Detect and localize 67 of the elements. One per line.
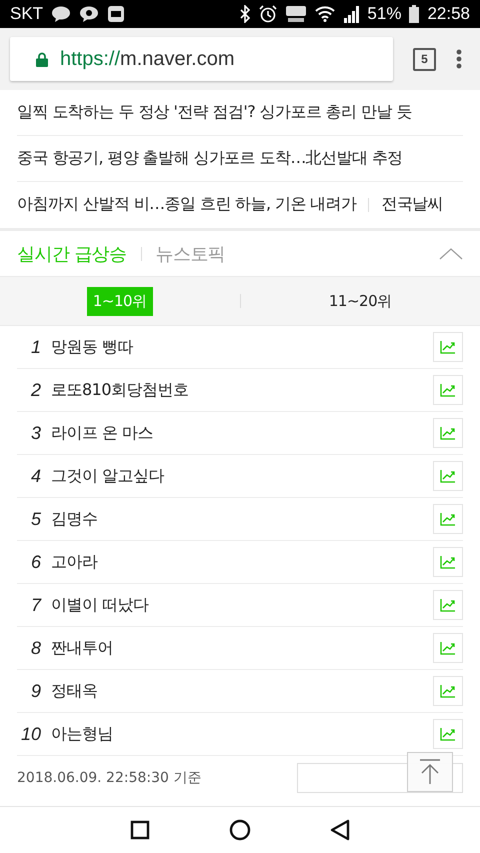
recent-apps-button[interactable] [130,820,150,840]
keyword-link[interactable]: 고아라 [51,552,98,572]
bluetooth-icon [239,5,252,23]
lock-icon [36,52,48,66]
keyword-link[interactable]: 망원동 뻥따 [51,336,134,358]
signal-icon [343,5,360,23]
battery-percent: 51% [367,4,402,24]
trend-chart-icon [440,383,456,397]
trend-chart-icon [440,598,456,612]
rank-number: 7 [30,594,41,616]
rank-number: 9 [30,680,41,702]
keyword-link[interactable]: 김명수 [51,508,98,530]
trend-chart-icon [440,469,456,483]
keyword-link[interactable]: 라이프 온 마스 [51,422,154,444]
url-text: https://m.naver.com [60,48,235,70]
keyword-link[interactable]: 정태옥 [51,680,98,702]
timestamp-text: 2018.06.09. 22:58:30 기준 [17,769,202,787]
trend-button[interactable] [433,547,463,577]
rank-number: 5 [30,508,41,530]
alarm-clock-icon [259,5,278,23]
trend-chart-icon [440,641,456,655]
keyword-link[interactable]: 이별이 떠났다 [51,594,149,616]
trend-button[interactable] [433,633,463,663]
rank-number: 8 [30,638,41,658]
keyword-link[interactable]: 짠내투어 [51,638,113,658]
rank-number: 1 [30,336,41,358]
trend-chart-icon [440,555,456,569]
app-square-icon [107,5,126,23]
battery-icon [409,5,420,23]
news-headline-link[interactable]: 중국 항공기, 평양 출발해 싱가포르 도착…北선발대 추정 [17,148,403,169]
trend-chart-icon [440,727,456,741]
rank-number: 2 [30,380,41,400]
rank-number: 4 [30,466,41,486]
trend-chart-icon [440,512,456,526]
chat-bubble-icon [51,6,72,22]
wifi-icon [315,6,336,22]
arrow-up-icon [419,759,441,785]
tab-count-button[interactable]: 5 [413,48,436,70]
rank-number: 6 [30,552,41,572]
trend-button[interactable] [433,590,463,620]
trend-chart-icon [440,340,456,354]
trend-button[interactable] [433,676,463,706]
rank-number: 3 [30,422,41,444]
weather-link[interactable]: 전국날씨 [381,194,444,215]
home-button[interactable] [228,819,251,841]
back-button[interactable] [330,819,350,841]
trend-chart-icon [440,426,456,440]
menu-icon[interactable] [456,49,462,69]
scroll-to-top-button[interactable] [407,752,453,792]
address-bar[interactable]: https://m.naver.com [10,37,393,81]
trend-button[interactable] [433,504,463,534]
keyword-link[interactable]: 그것이 알고싶다 [51,466,164,486]
trend-button[interactable] [433,375,463,405]
collapse-chevron-icon[interactable] [439,248,463,260]
range-tab[interactable]: 11~20위 [322,286,398,316]
news-headline-link[interactable]: 아침까지 산발적 비…종일 흐린 하늘, 기온 내려가 [17,194,356,215]
trend-button[interactable] [433,418,463,448]
rank-number: 10 [20,724,41,744]
clock-time: 22:58 [427,4,470,24]
trend-button[interactable] [433,332,463,362]
trend-chart-icon [440,684,456,698]
keyword-link[interactable]: 아는형님 [51,724,113,744]
carrier-name: SKT [10,4,44,24]
trend-button[interactable] [433,719,463,749]
trend-button[interactable] [433,461,463,491]
news-headline-link[interactable]: 일찍 도착하는 두 정상 '전략 점검'? 싱가포르 총리 만날 듯 [17,102,412,123]
keyword-link[interactable]: 로또810회당첨번호 [51,380,189,400]
